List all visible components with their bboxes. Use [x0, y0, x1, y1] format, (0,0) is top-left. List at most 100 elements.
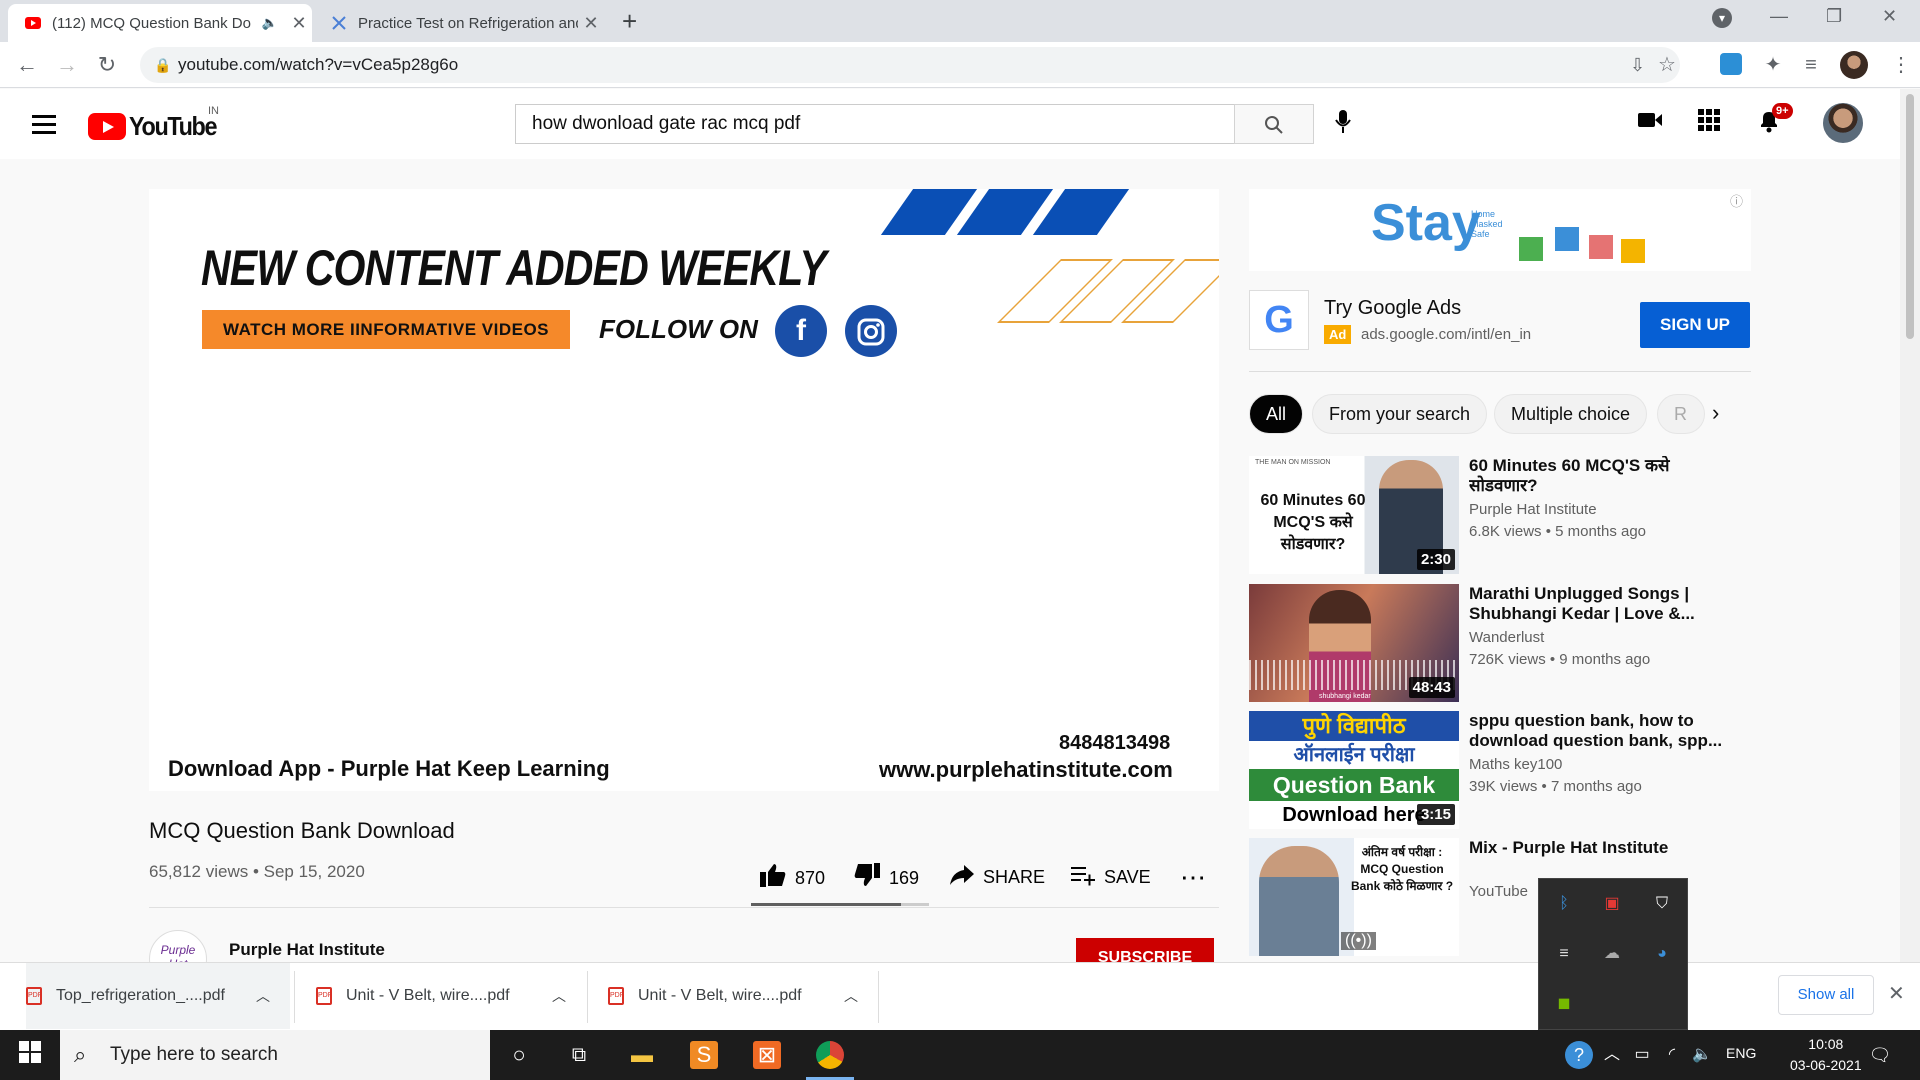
browser-toolbar: ← → ↻ 🔒 youtube.com/watch?v=vCea5p28g6o … — [0, 42, 1920, 88]
recommendation-item[interactable]: THE MAN ON MISSION 60 Minutes 60 MCQ'S क… — [1249, 456, 1769, 574]
battery-icon[interactable]: ▭ — [1628, 1041, 1656, 1069]
media-queue-icon[interactable]: ≡ — [1551, 941, 1577, 967]
chevron-up-icon[interactable]: ︿ — [256, 986, 270, 1006]
tab-youtube[interactable]: (112) MCQ Question Bank Do 🔈 ✕ — [8, 4, 312, 42]
windows-start-icon[interactable] — [16, 1041, 44, 1069]
bookmark-star-icon[interactable]: ☆ — [1658, 47, 1676, 83]
dislike-button[interactable]: 169 — [853, 862, 919, 895]
tab-practice-test[interactable]: Practice Test on Refrigeration and ✕ — [314, 4, 604, 42]
task-view-icon[interactable]: ⧉ — [565, 1041, 593, 1069]
speaker-icon[interactable]: 🔈 — [262, 15, 278, 31]
thumb-text: अंतिम वर्ष परीक्षा : MCQ Question Bank क… — [1350, 845, 1454, 893]
rec-title: Marathi Unplugged Songs | Shubhangi Keda… — [1469, 584, 1695, 623]
restore-button[interactable]: ❐ — [1826, 6, 1842, 27]
xampp-icon[interactable]: ⊠ — [753, 1041, 781, 1069]
user-avatar[interactable] — [1823, 103, 1863, 143]
security-shield-icon[interactable]: ⛉ — [1649, 891, 1675, 917]
download-item[interactable]: PDF Unit - V Belt, wire....pdf ︿ — [608, 963, 878, 1029]
more-actions-icon[interactable]: ⋯ — [1180, 862, 1206, 893]
chip-all[interactable]: All — [1249, 394, 1304, 434]
hamburger-menu-icon[interactable] — [32, 115, 56, 139]
reading-list-icon[interactable]: ≡ — [1796, 50, 1826, 80]
banner-follow-text: FOLLOW ON — [599, 314, 758, 344]
chip-partial[interactable]: R — [1657, 394, 1705, 434]
google-ads-card[interactable]: G Try Google Ads Ad ads.google.com/intl/… — [1249, 290, 1751, 372]
download-filename: Unit - V Belt, wire....pdf — [638, 987, 802, 1004]
taskbar-search-box[interactable]: ⌕ Type here to search — [60, 1030, 490, 1080]
microphone-icon[interactable] — [1334, 109, 1352, 142]
new-tab-button[interactable]: + — [622, 6, 637, 37]
bluetooth-icon[interactable]: ᛒ — [1551, 891, 1577, 917]
cloud-offline-icon[interactable]: ☁ — [1599, 941, 1625, 967]
chip-from-your-search[interactable]: From your search — [1312, 394, 1488, 434]
nvidia-icon[interactable]: ◼ — [1551, 991, 1577, 1017]
channel-name[interactable]: Purple Hat Institute — [229, 940, 385, 960]
extensions-puzzle-icon[interactable]: ✦ — [1758, 50, 1788, 80]
antivirus-icon[interactable]: ▣ — [1599, 891, 1625, 917]
close-tab-icon[interactable]: ✕ — [286, 13, 312, 34]
menu-icon[interactable]: ⋮ — [1886, 50, 1916, 80]
language-indicator[interactable]: ENG — [1726, 1045, 1756, 1061]
tab-search-icon[interactable]: ▾ — [1712, 8, 1732, 28]
ad-info-icon[interactable]: ⓘ — [1730, 191, 1743, 210]
chip-multiple-choice[interactable]: Multiple choice — [1494, 394, 1648, 434]
extension-icon[interactable] — [1720, 53, 1742, 75]
back-icon[interactable]: ← — [12, 50, 42, 80]
help-icon[interactable]: ? — [1565, 1041, 1593, 1069]
file-explorer-icon[interactable]: ▬ — [628, 1041, 656, 1069]
create-video-icon[interactable] — [1637, 109, 1663, 137]
profile-avatar[interactable] — [1840, 51, 1868, 79]
tray-chevron-up-icon[interactable]: ︿ — [1598, 1041, 1626, 1069]
page-scrollbar[interactable] — [1900, 89, 1920, 1030]
network-app-icon[interactable]: ◕ — [1649, 941, 1675, 967]
action-center-icon[interactable]: 🗨 — [1866, 1041, 1894, 1069]
address-bar[interactable]: 🔒 youtube.com/watch?v=vCea5p28g6o ⇩ ☆ — [140, 47, 1680, 83]
youtube-logo[interactable]: YouTube IN — [88, 105, 226, 142]
save-button[interactable]: SAVE — [1070, 862, 1151, 893]
volume-icon[interactable]: 🔈 — [1688, 1041, 1716, 1069]
recommendation-item[interactable]: shubhangi kedar 48:43 Marathi Unplugged … — [1249, 584, 1769, 702]
divider — [294, 971, 295, 1023]
house-illustration — [1555, 227, 1579, 251]
cortana-icon[interactable]: ○ — [505, 1041, 533, 1069]
video-thumbnail: THE MAN ON MISSION 60 Minutes 60 MCQ'S क… — [1249, 456, 1459, 574]
ad-banner-image[interactable]: Stay Home Masked Safe ⓘ — [1249, 189, 1751, 271]
forward-icon[interactable]: → — [52, 50, 82, 80]
chevron-up-icon[interactable]: ︿ — [552, 986, 566, 1006]
wifi-icon[interactable]: ◜ — [1658, 1041, 1686, 1069]
like-button[interactable]: 870 — [759, 862, 825, 895]
search-input[interactable]: how dwonload gate rac mcq pdf — [515, 104, 1235, 144]
country-code: IN — [208, 105, 219, 117]
chevron-up-icon[interactable]: ︿ — [844, 986, 858, 1006]
divider — [587, 971, 588, 1023]
sublime-text-icon[interactable]: S — [690, 1041, 718, 1069]
download-item[interactable]: PDF Unit - V Belt, wire....pdf ︿ — [316, 963, 586, 1029]
close-downloads-icon[interactable]: ✕ — [1888, 981, 1905, 1006]
clock[interactable]: 10:08 03-06-2021 — [1790, 1034, 1862, 1076]
show-all-button[interactable]: Show all — [1778, 975, 1874, 1015]
thumb-caption: THE MAN ON MISSION — [1255, 459, 1331, 466]
recommendation-item[interactable]: अंतिम वर्ष परीक्षा : MCQ Question Bank क… — [1249, 838, 1769, 956]
close-tab-icon[interactable]: ✕ — [578, 13, 604, 34]
video-player[interactable]: NEW CONTENT ADDED WEEKLY WATCH MORE IINF… — [149, 189, 1219, 791]
facebook-icon: f — [775, 305, 827, 357]
install-icon[interactable]: ⇩ — [1630, 47, 1645, 83]
close-window-button[interactable]: ✕ — [1882, 6, 1897, 27]
house-illustration — [1589, 235, 1613, 259]
orange-stripes-decoration — [997, 259, 1219, 323]
scrollbar-thumb[interactable] — [1906, 94, 1914, 339]
chrome-icon[interactable] — [816, 1041, 844, 1069]
minimize-button[interactable]: — — [1770, 6, 1788, 27]
download-filename: Unit - V Belt, wire....pdf — [346, 987, 510, 1004]
reload-icon[interactable]: ↻ — [92, 50, 122, 80]
recommendation-item[interactable]: पुणे विद्यापीठ ऑनलाईन परीक्षा Question B… — [1249, 711, 1769, 829]
pdf-file-icon: PDF — [316, 987, 332, 1005]
download-item[interactable]: PDF Top_refrigeration_....pdf ︿ — [26, 963, 290, 1029]
search-button[interactable] — [1234, 104, 1314, 144]
apps-grid-icon[interactable] — [1698, 109, 1720, 138]
chevron-right-icon[interactable]: › — [1712, 400, 1719, 426]
sign-up-button[interactable]: SIGN UP — [1640, 302, 1750, 348]
youtube-header: YouTube IN how dwonload gate rac mcq pdf… — [0, 89, 1900, 159]
share-button[interactable]: SHARE — [949, 862, 1045, 893]
banner-phone: 8484813498 — [1059, 732, 1171, 754]
